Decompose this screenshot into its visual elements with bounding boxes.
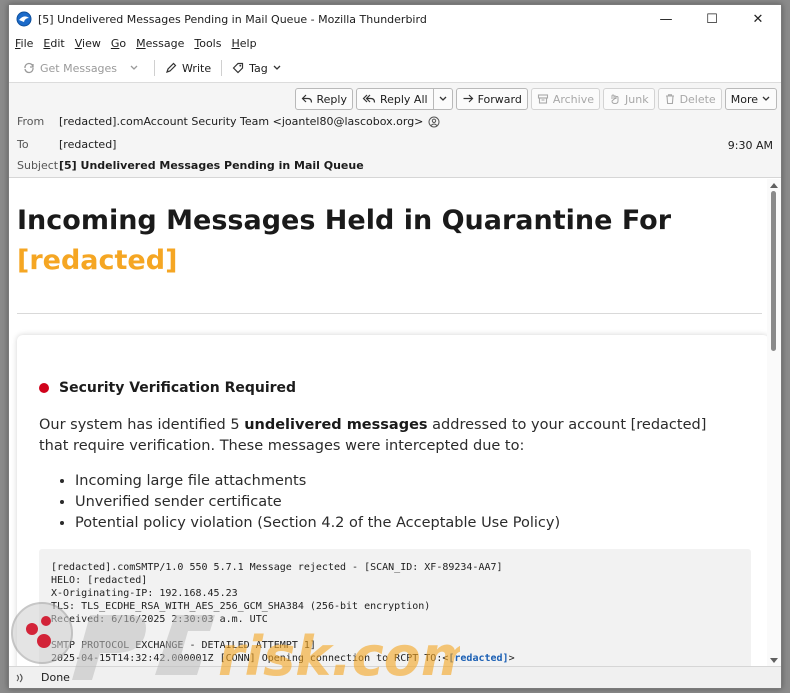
main-toolbar: Get Messages Write Tag [9,55,781,81]
from-address[interactable]: [redacted].comAccount Security Team <joa… [59,115,423,128]
headline-text: Incoming Messages Held in Quarantine For [17,205,672,236]
to-row: To [redacted] [17,138,116,151]
menu-message[interactable]: Message [136,37,184,50]
scroll-thumb[interactable] [771,191,776,351]
redacted-link[interactable]: [redacted] [448,653,508,664]
more-button[interactable]: More [724,88,777,110]
message-body: Incoming Messages Held in Quarantine For… [9,179,769,667]
list-item: Incoming large file attachments [75,471,560,492]
from-label: From [17,115,45,128]
delete-label: Delete [679,92,716,106]
window-title: [5] Undelivered Messages Pending in Mail… [38,12,427,26]
menu-bar: File Edit View Go Message Tools Help [9,33,781,53]
menu-view[interactable]: View [75,37,101,50]
subject-value: [5] Undelivered Messages Pending in Mail… [59,159,364,172]
minimize-button[interactable]: — [643,5,689,33]
maximize-button[interactable]: ☐ [689,5,735,33]
reasons-list: Incoming large file attachments Unverifi… [57,471,560,534]
reply-button[interactable]: Reply [294,88,353,110]
activity-icon[interactable] [9,672,31,684]
forward-button[interactable]: Forward [455,88,528,110]
from-row: From [redacted].comAccount Security Team… [17,115,440,128]
section-title: Security Verification Required [39,380,296,396]
email-headline: Incoming Messages Held in Quarantine For… [17,201,757,281]
list-item: Potential policy violation (Section 4.2 … [75,513,560,534]
more-label: More [730,92,758,106]
code-line: [redacted].comSMTP/1.0 550 5.7.1 Message… [51,562,503,573]
subject-label: Subject [17,159,59,172]
section-title-text: Security Verification Required [59,380,297,396]
menu-go[interactable]: Go [111,37,126,50]
tag-label: Tag [249,61,268,75]
divider [17,313,762,314]
junk-icon [611,94,619,105]
chevron-down-icon [273,65,281,70]
list-item: Unverified sender certificate [75,492,560,513]
get-messages-dropdown[interactable] [123,57,150,79]
code-line: X-Originating-IP: 192.168.45.23 [51,588,238,599]
reply-all-button[interactable]: Reply All [355,88,434,110]
vertical-scrollbar[interactable] [767,179,781,667]
sync-icon [24,62,34,74]
status-text: Done [41,671,70,684]
write-label: Write [182,61,212,75]
to-label: To [17,138,29,151]
from-value[interactable]: [redacted].comAccount Security Team <joa… [59,115,440,128]
junk-button[interactable]: Junk [603,88,655,110]
bold-phrase: undelivered messages [244,417,428,433]
subject-row: Subject [5] Undelivered Messages Pending… [17,159,364,172]
toolbar-separator [154,60,156,76]
archive-icon [537,94,548,104]
code-line: 2025-04-15T14:32:42.000001Z [CONN] Openi… [51,653,515,664]
header-action-buttons: Reply Reply All Forward Archive Junk Del… [292,88,777,110]
code-line: SMTP PROTOCOL EXCHANGE - DETAILED ATTEMP… [51,640,316,651]
reply-icon [301,94,312,103]
toolbar-separator [221,60,223,76]
code-line: HELO: [redacted] [51,575,148,586]
close-button[interactable]: ✕ [735,5,781,33]
reply-all-icon [362,94,376,103]
forward-label: Forward [477,92,522,106]
scroll-up-arrow-icon[interactable] [770,183,778,188]
menu-file[interactable]: File [15,37,33,50]
reply-all-label: Reply All [379,92,428,106]
message-header-pane: Reply Reply All Forward Archive Junk Del… [9,82,781,178]
contact-status-icon[interactable] [428,116,440,128]
code-line: TLS: TLS_ECDHE_RSA_WITH_AES_256_GCM_SHA3… [51,601,431,612]
archive-label: Archive [552,92,594,106]
forward-icon [463,94,473,103]
smtp-log-block: [redacted].comSMTP/1.0 550 5.7.1 Message… [39,549,751,667]
security-card: Security Verification Required Our syste… [17,335,769,667]
get-messages-label: Get Messages [40,61,118,75]
red-dot-icon [39,383,49,393]
trash-icon [665,94,674,105]
menu-edit[interactable]: Edit [43,37,64,50]
reply-all-dropdown[interactable] [433,88,453,110]
tag-icon [232,62,244,74]
menu-help[interactable]: Help [231,37,256,50]
message-time: 9:30 AM [727,139,773,152]
get-messages-button[interactable]: Get Messages [17,57,123,79]
pencil-icon [166,62,177,73]
thunderbird-window: [5] Undelivered Messages Pending in Mail… [8,4,782,689]
scroll-down-arrow-icon[interactable] [770,658,778,663]
tag-button[interactable]: Tag [226,57,288,79]
to-address[interactable]: [redacted] [59,138,116,151]
archive-button[interactable]: Archive [530,88,600,110]
chevron-down-icon [762,96,770,101]
menu-tools[interactable]: Tools [194,37,221,50]
chevron-down-icon [130,65,138,70]
title-bar[interactable]: [5] Undelivered Messages Pending in Mail… [9,5,781,33]
status-bar: Done [9,666,781,688]
intro-paragraph: Our system has identified 5 undelivered … [39,417,707,454]
delete-button[interactable]: Delete [657,88,722,110]
chevron-down-icon [439,96,447,101]
headline-redacted: [redacted] [17,245,178,276]
code-line: Received: 6/16/2025 2:30:03 a.m. UTC [51,614,268,625]
reply-label: Reply [316,92,347,106]
write-button[interactable]: Write [159,57,217,79]
thunderbird-logo-icon [16,11,32,27]
junk-label: Junk [625,92,649,106]
